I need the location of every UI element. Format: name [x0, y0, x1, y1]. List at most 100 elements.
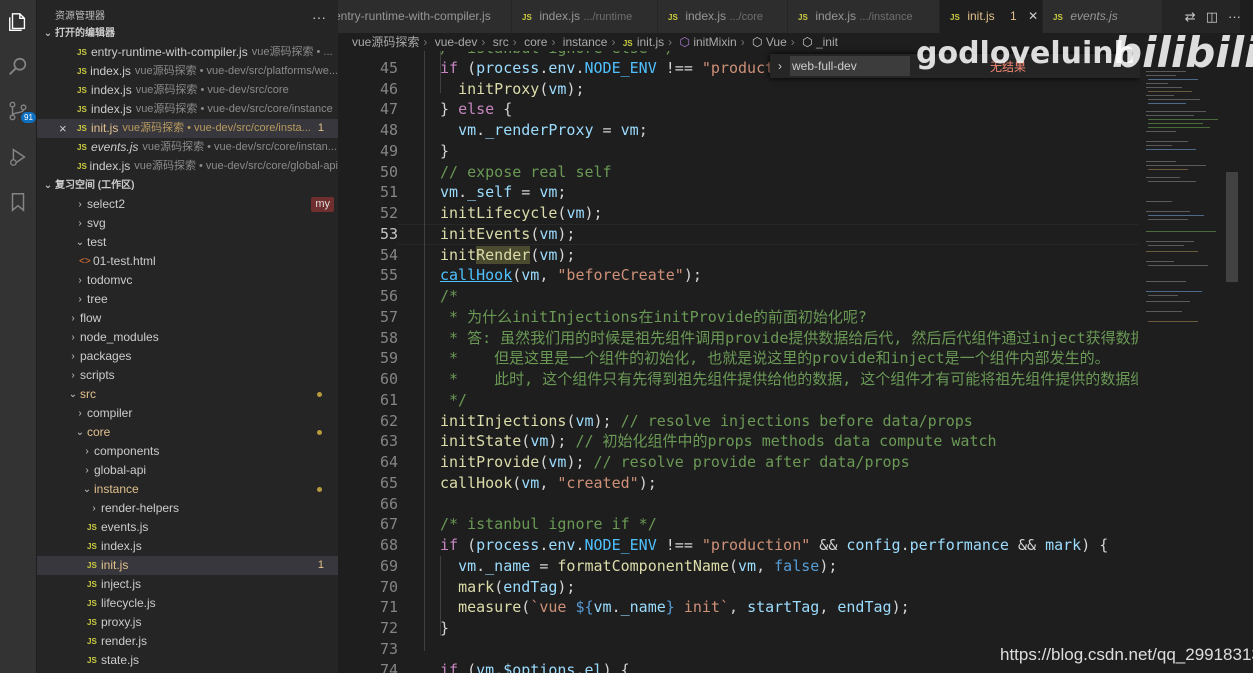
- open-editor-item[interactable]: JS index.js vue源码探索 • vue-dev/src/core: [37, 81, 338, 100]
- scrollbar-thumb[interactable]: [1226, 172, 1238, 282]
- tree-folder[interactable]: ⌄ src: [37, 385, 338, 404]
- tree-folder[interactable]: › todomvc: [37, 271, 338, 290]
- folder-name: instance: [94, 482, 139, 496]
- line-number: 68: [379, 536, 398, 554]
- compare-icon[interactable]: ⇄: [1185, 9, 1196, 25]
- problem-count: 1: [317, 559, 324, 571]
- file-name: inject.js: [101, 577, 142, 591]
- breadcrumb-item[interactable]: instance: [563, 35, 608, 49]
- code-line: initProvide(vm); // resolve provide afte…: [440, 453, 910, 471]
- minimap[interactable]: [1140, 51, 1226, 673]
- breadcrumb-item[interactable]: vue-dev: [435, 35, 478, 49]
- find-input[interactable]: web-full-dev: [790, 56, 910, 76]
- bookmark-icon[interactable]: [6, 190, 30, 214]
- folder-name: scripts: [80, 368, 115, 382]
- tree-file[interactable]: JS state.js: [37, 651, 338, 670]
- js-file-icon: JS: [77, 86, 87, 95]
- tab[interactable]: JS index.js .../instance: [788, 0, 940, 33]
- tab[interactable]: JS index.js .../core: [658, 0, 788, 33]
- tab-label: events.js: [1070, 9, 1118, 23]
- chevron-right-icon: ›: [423, 35, 428, 49]
- open-editor-item[interactable]: JS index.js vue源码探索 • vue-dev/src/core/g…: [37, 157, 338, 176]
- tree-file-active[interactable]: JS init.js 1: [37, 556, 338, 575]
- breadcrumb-item[interactable]: init.js: [637, 35, 664, 49]
- tree-file[interactable]: JS proxy.js: [37, 613, 338, 632]
- tree-folder[interactable]: › components: [37, 442, 338, 461]
- tree-folder[interactable]: › flow: [37, 309, 338, 328]
- file-path: vue源码探索 • vue-dev/src/core: [135, 84, 289, 96]
- code-line: if (process.env.NODE_ENV !== "production…: [440, 536, 1109, 554]
- file-name: lifecycle.js: [101, 596, 156, 610]
- chevron-right-icon: ›: [85, 465, 89, 476]
- tree-folder[interactable]: › scripts: [37, 366, 338, 385]
- chevron-down-icon: ⌄: [82, 484, 92, 495]
- code-line: * 但是这里是一个组件的初始化, 也就是说这里的provide和inject是一…: [440, 349, 1110, 367]
- tab[interactable]: JS index.js .../runtime: [512, 0, 658, 33]
- open-editor-item[interactable]: JS index.js vue源码探索 • vue-dev/src/core/i…: [37, 100, 338, 119]
- tree-file[interactable]: JS inject.js: [37, 575, 338, 594]
- code-editor[interactable]: 45 46 47 48 49 50 51 52 53 54 55 56 57 5…: [338, 51, 1138, 673]
- tree-file[interactable]: <> 01-test.html: [37, 252, 338, 271]
- method-icon: ⬡: [679, 35, 690, 49]
- split-editor-icon[interactable]: ◫: [1206, 9, 1218, 25]
- tree-file[interactable]: JS index.js: [37, 537, 338, 556]
- vertical-scrollbar[interactable]: [1226, 51, 1240, 673]
- tree-file[interactable]: JS lifecycle.js: [37, 594, 338, 613]
- explorer-sidebar: 资源管理器 ··· ⌄ 打开的编辑器 JS entry-runtime-with…: [37, 0, 338, 673]
- tree-folder[interactable]: › svg: [37, 214, 338, 233]
- code-line: }: [440, 619, 450, 637]
- line-number: 70: [379, 578, 398, 596]
- tree-folder[interactable]: ⌄ test: [37, 233, 338, 252]
- open-editor-item[interactable]: JS entry-runtime-with-compiler.js vue源码探…: [37, 43, 338, 62]
- breadcrumb-item[interactable]: src: [493, 35, 509, 49]
- folder-name: select2: [87, 197, 126, 211]
- tree-folder[interactable]: › compiler: [37, 404, 338, 423]
- chevron-right-icon: ›: [481, 35, 486, 49]
- file-name: events.js: [101, 520, 149, 534]
- code-line: */: [440, 391, 468, 409]
- chevron-down-icon: ⌄: [43, 180, 53, 191]
- close-icon[interactable]: ×: [59, 119, 67, 138]
- open-editor-item[interactable]: JS index.js vue源码探索 • vue-dev/src/platfo…: [37, 62, 338, 81]
- breadcrumb-item[interactable]: _init: [816, 35, 838, 49]
- open-editor-item[interactable]: JS events.js vue源码探索 • vue-dev/src/core/…: [37, 138, 338, 157]
- chevron-right-icon: ›: [78, 218, 82, 229]
- source-control-icon[interactable]: 91: [6, 99, 36, 123]
- tree-file[interactable]: JS render.js: [37, 632, 338, 651]
- breadcrumb-item[interactable]: vue源码探索: [352, 35, 419, 49]
- tree-folder[interactable]: › packages: [37, 347, 338, 366]
- breadcrumb-item[interactable]: core: [524, 35, 547, 49]
- more-actions-icon[interactable]: ···: [312, 0, 326, 34]
- explorer-icon[interactable]: [6, 10, 30, 34]
- js-file-icon: JS: [950, 13, 960, 22]
- tree-folder[interactable]: › global-api: [37, 461, 338, 480]
- js-file-icon: JS: [77, 48, 87, 57]
- tree-folder[interactable]: › tree: [37, 290, 338, 309]
- js-file-icon: JS: [77, 67, 87, 76]
- chevron-right-icon: ›: [740, 35, 745, 49]
- close-icon[interactable]: ✕: [1028, 9, 1038, 23]
- tree-folder[interactable]: › select2 my: [37, 195, 338, 214]
- tree-file[interactable]: JS events.js: [37, 518, 338, 537]
- line-number: 51: [379, 183, 398, 201]
- tree-folder[interactable]: ⌄ instance: [37, 480, 338, 499]
- file-path: vue源码探索 • vue-dev/src/core/insta...: [122, 122, 311, 134]
- breadcrumb-item[interactable]: Vue: [766, 35, 787, 49]
- js-file-icon: JS: [77, 162, 87, 171]
- tab-active[interactable]: JS init.js 1 ✕: [940, 0, 1043, 33]
- tree-folder[interactable]: › render-helpers: [37, 499, 338, 518]
- open-editor-item-active[interactable]: × JS init.js vue源码探索 • vue-dev/src/core/…: [37, 119, 338, 138]
- file-name: 01-test.html: [93, 254, 156, 268]
- run-debug-icon[interactable]: [6, 145, 30, 169]
- tab[interactable]: entry-runtime-with-compiler.js: [338, 0, 512, 33]
- tree-folder[interactable]: › node_modules: [37, 328, 338, 347]
- tree-folder[interactable]: ⌄ core: [37, 423, 338, 442]
- breadcrumb-item[interactable]: initMixin: [693, 35, 736, 49]
- file-name: index.js: [91, 102, 132, 116]
- folder-name: test: [87, 235, 107, 249]
- search-icon[interactable]: [6, 55, 30, 79]
- chevron-right-icon[interactable]: ›: [770, 59, 790, 73]
- code-line: measure(`vue ${vm._name} init`, startTag…: [458, 598, 910, 616]
- workspace-header[interactable]: ⌄ 复习空间 (工作区): [37, 176, 338, 195]
- tab-path: .../runtime: [583, 11, 633, 23]
